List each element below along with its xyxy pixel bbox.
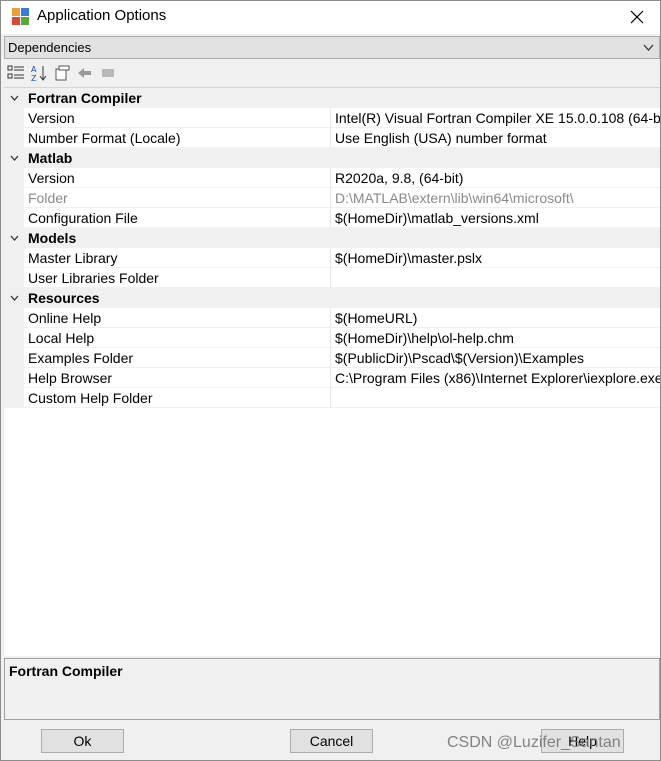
- sort-az-icon: A Z: [31, 65, 47, 82]
- category-label: Matlab: [28, 150, 73, 166]
- property-pages-button[interactable]: [52, 64, 72, 82]
- property-value[interactable]: C:\Program Files (x86)\Internet Explorer…: [335, 370, 660, 386]
- property-name: Configuration File: [28, 210, 138, 226]
- property-row[interactable]: Master Library $(HomeDir)\master.pslx: [4, 248, 660, 268]
- property-row[interactable]: User Libraries Folder: [4, 268, 660, 288]
- category-dropdown-value: Dependencies: [8, 40, 92, 55]
- property-value: D:\MATLAB\extern\lib\win64\microsoft\: [335, 190, 574, 206]
- category-resources[interactable]: Resources: [4, 288, 660, 308]
- watermark: CSDN @Luzifer_Santan: [447, 734, 621, 751]
- property-name: Number Format (Locale): [28, 130, 181, 146]
- property-row[interactable]: Online Help $(HomeURL): [4, 308, 660, 328]
- description-panel: Fortran Compiler: [4, 658, 660, 720]
- description-heading: Fortran Compiler: [9, 663, 123, 679]
- property-name: Master Library: [28, 250, 118, 266]
- collapse-icon[interactable]: [10, 294, 19, 303]
- title-bar[interactable]: Application Options: [1, 1, 660, 34]
- category-models[interactable]: Models: [4, 228, 660, 248]
- close-button[interactable]: [614, 1, 660, 33]
- property-value[interactable]: $(HomeDir)\master.pslx: [335, 250, 660, 266]
- app-icon: [12, 8, 30, 26]
- property-value[interactable]: $(HomeURL): [335, 310, 660, 326]
- property-value[interactable]: Use English (USA) number format: [335, 130, 660, 146]
- category-matlab[interactable]: Matlab: [4, 148, 660, 168]
- chevron-down-icon: [643, 44, 654, 51]
- property-row[interactable]: Version Intel(R) Visual Fortran Compiler…: [4, 108, 660, 128]
- svg-text:A: A: [31, 65, 37, 74]
- category-label: Resources: [28, 290, 100, 306]
- property-name: Examples Folder: [28, 350, 134, 366]
- categorized-view-button[interactable]: [6, 64, 26, 82]
- property-value[interactable]: $(PublicDir)\Pscad\$(Version)\Examples: [335, 350, 660, 366]
- collapse-icon[interactable]: [10, 234, 19, 243]
- property-value[interactable]: $(HomeDir)\matlab_versions.xml: [335, 210, 660, 226]
- back-icon: [78, 68, 91, 78]
- property-row[interactable]: Folder D:\MATLAB\extern\lib\win64\micros…: [4, 188, 660, 208]
- ok-button[interactable]: Ok: [41, 729, 124, 753]
- property-name: Online Help: [28, 310, 102, 326]
- property-name: Version: [28, 110, 75, 126]
- property-row[interactable]: Version R2020a, 9.8, (64-bit): [4, 168, 660, 188]
- window-title: Application Options: [37, 7, 167, 24]
- collapse-icon[interactable]: [10, 154, 19, 163]
- forward-button[interactable]: [98, 64, 118, 82]
- property-row[interactable]: Configuration File $(HomeDir)\matlab_ver…: [4, 208, 660, 228]
- property-row[interactable]: Custom Help Folder: [4, 388, 660, 408]
- property-value[interactable]: $(HomeDir)\help\ol-help.chm: [335, 330, 660, 346]
- collapse-icon[interactable]: [10, 94, 19, 103]
- svg-text:Z: Z: [31, 74, 37, 82]
- property-name: Local Help: [28, 330, 95, 346]
- forward-icon: [102, 69, 114, 77]
- alphabetical-sort-button[interactable]: A Z: [29, 64, 49, 82]
- application-options-window: Application Options Dependencies A Z For…: [0, 0, 661, 761]
- category-dropdown[interactable]: Dependencies: [4, 36, 660, 59]
- close-icon: [630, 10, 644, 24]
- category-label: Fortran Compiler: [28, 90, 142, 106]
- back-button[interactable]: [75, 64, 95, 82]
- property-name: Help Browser: [28, 370, 113, 386]
- property-row[interactable]: Help Browser C:\Program Files (x86)\Inte…: [4, 368, 660, 388]
- category-label: Models: [28, 230, 77, 246]
- category-fortran-compiler[interactable]: Fortran Compiler: [4, 88, 660, 108]
- cancel-button[interactable]: Cancel: [290, 729, 373, 753]
- property-name: Folder: [28, 190, 68, 206]
- property-grid-toolbar: A Z: [4, 61, 660, 86]
- property-value[interactable]: R2020a, 9.8, (64-bit): [335, 170, 660, 186]
- property-row[interactable]: Local Help $(HomeDir)\help\ol-help.chm: [4, 328, 660, 348]
- property-name: Version: [28, 170, 75, 186]
- property-value[interactable]: Intel(R) Visual Fortran Compiler XE 15.0…: [335, 110, 660, 126]
- categorized-icon: [7, 65, 24, 79]
- property-pages-icon: [55, 65, 70, 81]
- property-name: Custom Help Folder: [28, 390, 153, 406]
- property-grid: Fortran Compiler Version Intel(R) Visual…: [4, 87, 660, 656]
- property-row[interactable]: Examples Folder $(PublicDir)\Pscad\$(Ver…: [4, 348, 660, 368]
- property-name: User Libraries Folder: [28, 270, 159, 286]
- property-row[interactable]: Number Format (Locale) Use English (USA)…: [4, 128, 660, 148]
